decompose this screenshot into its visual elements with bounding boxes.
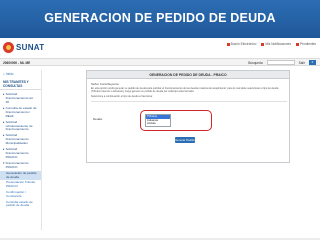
search-button[interactable]: Ir xyxy=(309,60,316,65)
mailbox-icon xyxy=(226,42,230,46)
divider xyxy=(91,101,287,102)
sidebar-item[interactable]: ▸ Solicitud refinanciamiento de Fracciona… xyxy=(0,120,41,134)
sidebar-item[interactable]: ▸ Solicitud Fraccionamiento PRAICO xyxy=(0,147,41,161)
header-link-mailbox[interactable]: Buzón Electrónico xyxy=(226,42,256,46)
sidebar-item[interactable]: ▸ Consulta de estado de Fraccionamiento /… xyxy=(0,106,41,120)
sidebar-section-heading: MIS TRAMITES Y CONSULTAS xyxy=(0,79,41,90)
header-link-notifications[interactable]: Mis Notificaciones xyxy=(261,42,291,46)
nav-tools: Búsqueda Salir Ir xyxy=(248,60,316,65)
form-panel: Señor Contribuyente: En esta opción podr… xyxy=(86,79,290,163)
user-info: 20600000 - ML ME xyxy=(3,61,31,65)
sidebar-start-link[interactable]: ⌂ Inicio xyxy=(0,70,41,78)
sidebar-subitem[interactable]: Confirmación / Constancia xyxy=(0,190,41,200)
instructions-text: En esta opción podrá generar su pedido d… xyxy=(91,87,279,94)
screenshot-area: SUNAT Buzón Electrónico Mis Notificacion… xyxy=(0,38,320,240)
home-icon: ⌂ xyxy=(3,72,5,76)
main-content: GENERACION DE PEDIDO DE DEUDA - PRAICO S… xyxy=(44,70,316,235)
clock-icon xyxy=(296,42,300,46)
sidebar-item[interactable]: ▸ Solicitud Fraccionamiento art. 36 xyxy=(0,92,41,106)
sidebar-subitem-active[interactable]: Generación de pedido de deuda xyxy=(0,170,41,181)
generate-request-button[interactable]: Generar Pedido xyxy=(175,137,195,143)
expand-icon: ▸ xyxy=(3,119,5,124)
highlight-annotation xyxy=(140,110,212,131)
slide-banner: GENERACION DE PEDIDO DE DEUDA xyxy=(0,0,320,38)
header-link-pending[interactable]: Pendientes xyxy=(296,42,316,46)
expand-icon: ▸ xyxy=(3,133,5,138)
sidebar-item[interactable]: ▾ Fraccionamiento PRAICO xyxy=(0,161,41,171)
sidebar: ⌂ Inicio MIS TRAMITES Y CONSULTAS ▸ Solic… xyxy=(0,70,42,230)
sunat-logo-text: SUNAT xyxy=(16,43,45,52)
sunat-logo: SUNAT xyxy=(3,41,44,54)
panel-title: GENERACION DE PEDIDO DE DEUDA - PRAICO xyxy=(86,70,290,79)
slide-title: GENERACION DE PEDIDO DE DEUDA xyxy=(44,11,276,25)
instructions-text-2: Seleccione a continuación el tipo de deu… xyxy=(91,95,153,98)
header-links: Buzón Electrónico Mis Notificaciones Pen… xyxy=(226,42,316,46)
search-input[interactable] xyxy=(266,60,295,65)
sidebar-subitem[interactable]: Presentación Trámite PRAICO xyxy=(0,180,41,190)
expand-icon: ▸ xyxy=(3,147,5,152)
search-label: Búsqueda xyxy=(248,60,263,65)
expand-icon: ▸ xyxy=(3,92,5,97)
site-header: SUNAT Buzón Electrónico Mis Notificacion… xyxy=(0,38,320,58)
debt-type-label: Deuda: xyxy=(93,117,103,121)
nav-bar: 20600000 - ML ME Búsqueda Salir Ir xyxy=(0,58,320,66)
bell-icon xyxy=(261,42,265,46)
expand-icon: ▸ xyxy=(3,105,5,110)
sidebar-subitem[interactable]: Consulta estado de pedido de deuda xyxy=(0,200,41,210)
greeting-text: Señor Contribuyente: xyxy=(91,82,120,86)
collapse-icon: ▾ xyxy=(3,161,5,166)
sunat-logo-icon xyxy=(3,42,14,53)
sidebar-item[interactable]: ▸ Solicitud Fraccionamiento Municipalidad… xyxy=(0,133,41,147)
exit-link[interactable]: Salir xyxy=(299,61,305,65)
